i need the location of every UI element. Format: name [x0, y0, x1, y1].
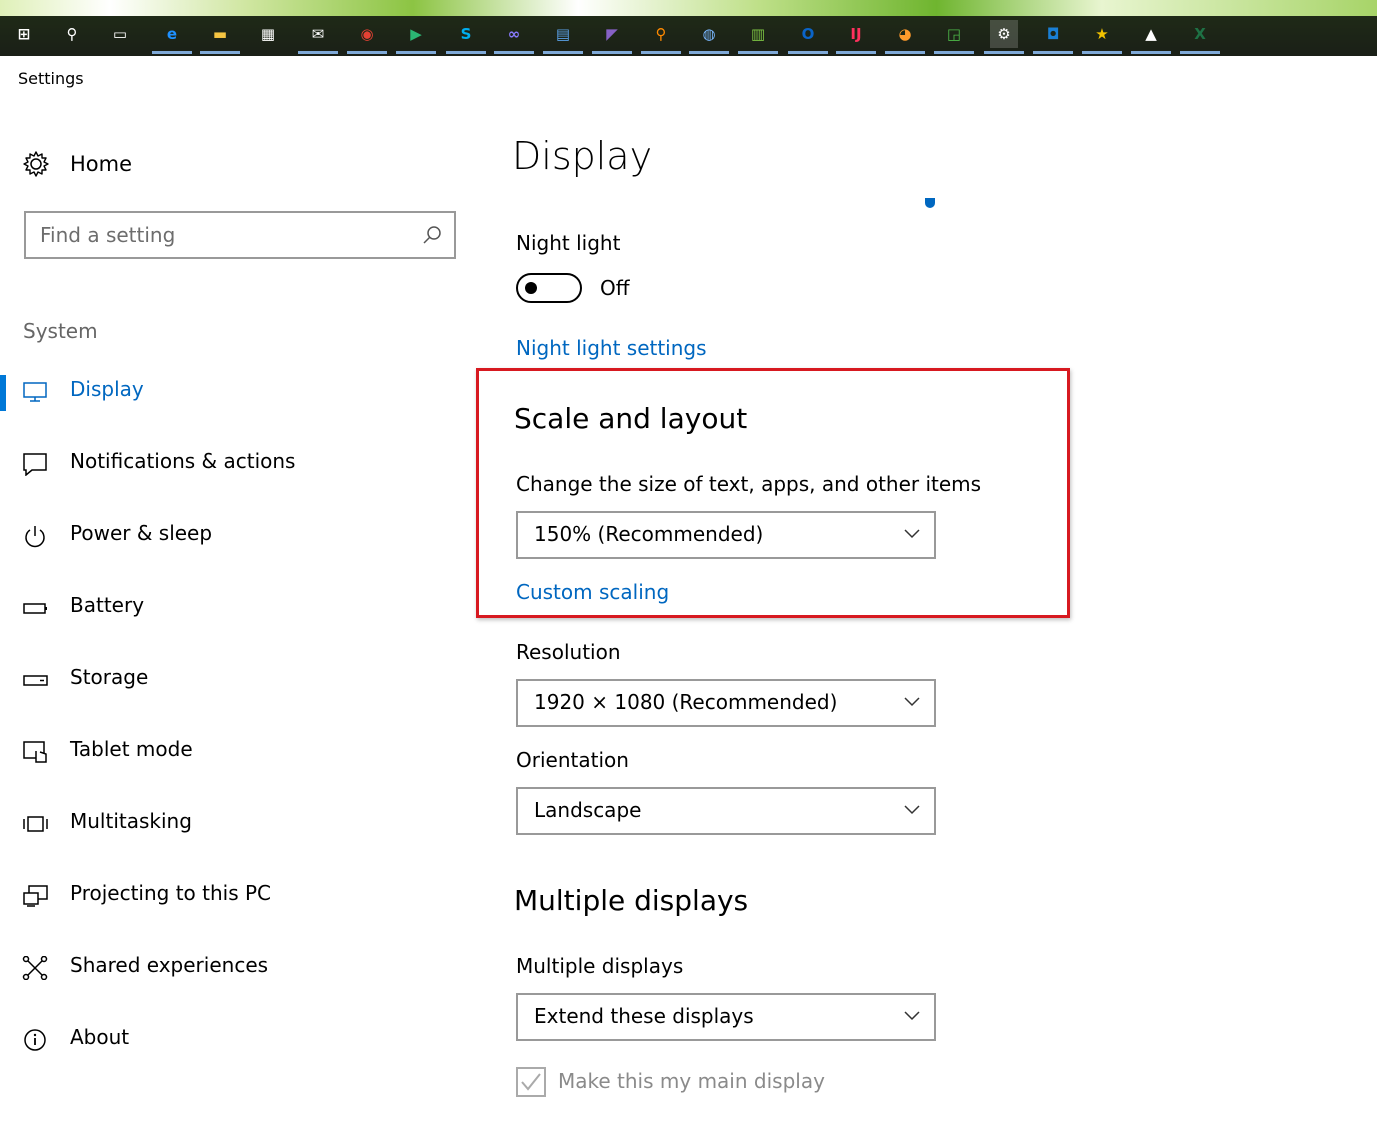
- multiple-displays-dropdown-value: Extend these displays: [534, 1004, 754, 1028]
- search-icon: [423, 226, 441, 244]
- file-explorer-icon[interactable]: ▬: [200, 20, 240, 54]
- chrome-icon[interactable]: ◉: [347, 20, 387, 54]
- sidebar-item-label: Battery: [70, 593, 145, 617]
- blue-app-icon[interactable]: ◘: [1033, 20, 1073, 54]
- page-title: Display: [512, 134, 653, 178]
- night-light-toggle[interactable]: [516, 273, 582, 303]
- sidebar-item-battery[interactable]: Battery: [0, 578, 470, 638]
- sidebar-item-display[interactable]: Display: [0, 362, 470, 422]
- sidebar-item-shared-experiences[interactable]: Shared experiences: [0, 938, 470, 998]
- night-light-label: Night light: [516, 231, 621, 255]
- multitasking-icon: [23, 816, 48, 832]
- basketball-app-icon[interactable]: ◕: [885, 20, 925, 54]
- info-icon: [24, 1029, 46, 1051]
- toggle-knob: [525, 282, 537, 294]
- settings-gear-icon[interactable]: ⚙: [984, 20, 1024, 54]
- star-app-icon[interactable]: ★: [1082, 20, 1122, 54]
- start-icon[interactable]: ⊞: [10, 20, 38, 48]
- scale-dropdown[interactable]: 150% (Recommended): [516, 511, 936, 559]
- store-icon[interactable]: ▦: [254, 20, 282, 48]
- scale-dropdown-value: 150% (Recommended): [534, 522, 764, 546]
- mail-icon[interactable]: ✉: [298, 20, 338, 54]
- projecting-icon: [23, 885, 48, 907]
- multiple-displays-label: Multiple displays: [516, 954, 684, 978]
- tablet-mode-icon: [23, 741, 47, 763]
- task-view-icon[interactable]: ▭: [106, 20, 134, 48]
- window-app-icon[interactable]: ▤: [543, 20, 583, 54]
- shared-experiences-icon: [22, 956, 48, 980]
- sidebar-item-label: Power & sleep: [70, 521, 213, 545]
- night-light-settings-link[interactable]: Night light settings: [516, 336, 707, 360]
- chart-app-icon[interactable]: ▥: [738, 20, 778, 54]
- notifications-icon: [23, 453, 47, 476]
- search-icon[interactable]: ⚲: [58, 20, 86, 48]
- skype-icon[interactable]: S: [446, 20, 486, 54]
- scroll-indicator[interactable]: [925, 198, 935, 208]
- orientation-label: Orientation: [516, 748, 629, 772]
- multiple-displays-dropdown[interactable]: Extend these displays: [516, 993, 936, 1041]
- sidebar-item-label: Shared experiences: [70, 953, 269, 977]
- sidebar-item-about[interactable]: About: [0, 1010, 470, 1070]
- main-display-checkbox[interactable]: [516, 1067, 546, 1097]
- custom-scaling-link[interactable]: Custom scaling: [516, 580, 669, 604]
- sidebar-item-label: Multitasking: [70, 809, 192, 833]
- intellij-icon[interactable]: IJ: [836, 20, 876, 54]
- excel-icon[interactable]: X: [1180, 20, 1220, 54]
- orientation-dropdown[interactable]: Landscape: [516, 787, 936, 835]
- scale-layout-heading: Scale and layout: [514, 402, 748, 435]
- checkmark-icon: [521, 1073, 541, 1091]
- find-setting-search[interactable]: [24, 211, 456, 259]
- night-light-state: Off: [600, 276, 630, 300]
- resolution-dropdown[interactable]: 1920 × 1080 (Recommended): [516, 679, 936, 727]
- chevron-down-icon: [904, 805, 920, 815]
- sidebar-item-label: Display: [70, 377, 144, 401]
- battery-icon: [23, 603, 47, 614]
- photos-icon[interactable]: ▲: [1131, 20, 1171, 54]
- media-player-icon[interactable]: ▶: [396, 20, 436, 54]
- sidebar-item-projecting-to-this-pc[interactable]: Projecting to this PC: [0, 866, 470, 926]
- gear-icon: [23, 151, 49, 177]
- sidebar-item-label: Notifications & actions: [70, 449, 296, 473]
- desktop-wallpaper-strip: [0, 0, 1377, 16]
- outlook-icon[interactable]: O: [788, 20, 828, 54]
- taskbar: ⊞ ⚲ ▭ e ▬ ▦ ✉ ◉ ▶ S ∞ ▤ ◤ ⚲ ◍ ▥ O IJ ◕ ◲ ⚙ ◘ ★ ▲ X: [0, 0, 1377, 56]
- sidebar-item-label: Projecting to this PC: [70, 881, 272, 905]
- sidebar-item-multitasking[interactable]: Multitasking: [0, 794, 470, 854]
- sidebar-item-notifications-actions[interactable]: Notifications & actions: [0, 434, 470, 494]
- main-display-label: Make this my main display: [558, 1069, 825, 1093]
- edge-icon[interactable]: e: [152, 20, 192, 54]
- sidebar-item-tablet-mode[interactable]: Tablet mode: [0, 722, 470, 782]
- search-input[interactable]: [40, 221, 400, 249]
- sidebar-item-label: Tablet mode: [70, 737, 193, 761]
- chevron-down-icon: [904, 529, 920, 539]
- sidebar-item-label: About: [70, 1025, 130, 1049]
- infinity-app-icon[interactable]: ∞: [494, 20, 534, 54]
- chevron-down-icon: [904, 1011, 920, 1021]
- monitor-icon: [23, 382, 47, 402]
- power-icon: [25, 526, 45, 548]
- globe-app-icon[interactable]: ◍: [689, 20, 729, 54]
- system-section-label: System: [23, 319, 98, 343]
- multiple-displays-heading: Multiple displays: [514, 884, 749, 917]
- resolution-dropdown-value: 1920 × 1080 (Recommended): [534, 690, 838, 714]
- resolution-label: Resolution: [516, 640, 621, 664]
- magnifier-app-icon[interactable]: ⚲: [641, 20, 681, 54]
- green-app-icon[interactable]: ◲: [934, 20, 974, 54]
- sidebar-item-label: Storage: [70, 665, 149, 689]
- window-title: Settings: [18, 69, 84, 88]
- orientation-dropdown-value: Landscape: [534, 798, 642, 822]
- size-label: Change the size of text, apps, and other…: [516, 472, 982, 496]
- storage-icon: [23, 675, 48, 686]
- sidebar-item-storage[interactable]: Storage: [0, 650, 470, 710]
- sidebar-item-power-sleep[interactable]: Power & sleep: [0, 506, 470, 566]
- chevron-down-icon: [904, 697, 920, 707]
- visual-studio-icon[interactable]: ◤: [592, 20, 632, 54]
- home-label: Home: [70, 152, 133, 176]
